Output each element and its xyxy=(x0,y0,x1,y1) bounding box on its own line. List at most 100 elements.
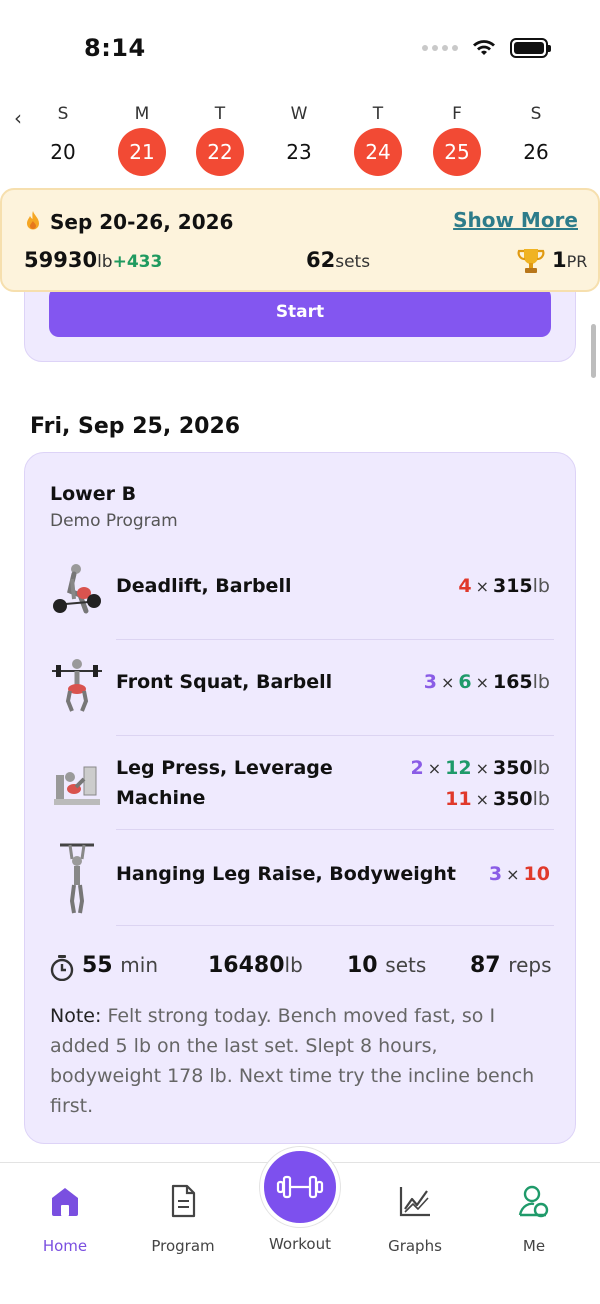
set-weight: 315 xyxy=(492,575,533,597)
summary-sets-value: 62 xyxy=(306,248,336,272)
day-number: 26 xyxy=(523,140,549,164)
start-button[interactable]: Start xyxy=(49,287,551,337)
exercise-sets: 2 × 12 × 350lb 11 × 350lb xyxy=(410,757,550,810)
day-letter: S xyxy=(57,104,69,124)
rep-count: 10 xyxy=(523,863,550,885)
day-letter: T xyxy=(372,104,384,124)
set-count: 11 xyxy=(445,788,472,810)
summary-volume-delta: +433 xyxy=(112,252,163,272)
day-letter: M xyxy=(134,104,150,124)
stat-sets: 10 sets xyxy=(347,953,426,978)
status-icons xyxy=(422,38,551,58)
day-number: 20 xyxy=(50,140,76,164)
set-count: 3 xyxy=(488,863,503,885)
day-number: 23 xyxy=(286,140,312,164)
day-letter: F xyxy=(452,104,462,124)
tab-me[interactable]: Me xyxy=(489,1183,579,1255)
set-weight: 165 xyxy=(492,671,533,693)
workout-program: Demo Program xyxy=(50,511,178,531)
chart-icon xyxy=(399,1187,430,1217)
note-text: Felt strong today. Bench moved fast, so … xyxy=(50,1005,535,1117)
scrollbar[interactable] xyxy=(591,324,596,378)
front-squat-icon xyxy=(52,659,102,712)
summary-volume-unit: lb xyxy=(97,252,113,272)
home-icon xyxy=(52,1188,78,1216)
day-number: 24 xyxy=(354,128,402,176)
day-fri[interactable]: F 25 xyxy=(427,104,487,176)
day-sat[interactable]: S 26 xyxy=(506,104,566,176)
set-unit: lb xyxy=(532,757,550,779)
tab-program-label: Program xyxy=(151,1237,215,1255)
show-more-link[interactable]: Show More xyxy=(453,208,578,232)
workout-stats: 55 min 16480lb 10 sets 87 reps xyxy=(50,953,556,983)
exercise-sets: 3 × 10 xyxy=(488,863,550,885)
workout-title: Lower B xyxy=(50,483,137,505)
set-unit: lb xyxy=(532,788,550,810)
stat-reps-unit: reps xyxy=(508,953,552,977)
summary-volume-value: 59930 xyxy=(24,248,98,272)
divider xyxy=(116,639,554,640)
day-number: 25 xyxy=(433,128,481,176)
exercise-name-line1: Leg Press, Leverage xyxy=(116,757,333,779)
tab-program[interactable]: Program xyxy=(138,1183,228,1255)
rep-count: 6 xyxy=(458,671,472,693)
day-letter: T xyxy=(214,104,226,124)
stat-reps-value: 87 xyxy=(470,953,501,978)
wifi-icon xyxy=(473,40,495,55)
weekly-summary: Sep 20-26, 2026 Show More 59930lb+433 62… xyxy=(0,188,600,292)
exercise-row[interactable]: Hanging Leg Raise, Bodyweight 3 × 10 xyxy=(50,841,556,917)
divider xyxy=(116,829,554,830)
day-number: 21 xyxy=(118,128,166,176)
day-letter: S xyxy=(530,104,542,124)
stat-duration: 55 min xyxy=(82,953,158,978)
tab-home-label: Home xyxy=(42,1237,88,1255)
tab-graphs-label: Graphs xyxy=(388,1237,442,1255)
divider xyxy=(116,735,554,736)
exercise-row[interactable]: Leg Press, Leverage Machine 2 × 12 × 350lb 11 ×… xyxy=(50,753,556,815)
hanging-leg-raise-icon xyxy=(60,843,94,914)
chevron-left-icon[interactable]: ‹ xyxy=(14,106,22,130)
trophy-icon xyxy=(517,249,545,273)
summary-pr-unit: PR xyxy=(566,252,588,271)
day-wed[interactable]: W 23 xyxy=(269,104,329,176)
profile-icon xyxy=(518,1185,549,1218)
exercise-row[interactable]: Front Squat, Barbell 3 × 6 × 165lb xyxy=(50,657,556,717)
tab-me-label: Me xyxy=(522,1237,546,1255)
tab-workout-label[interactable]: Workout xyxy=(250,1235,350,1253)
timer-icon xyxy=(50,955,74,981)
tab-graphs[interactable]: Graphs xyxy=(370,1183,460,1255)
set-weight: 350 xyxy=(492,757,533,779)
stat-reps: 87 reps xyxy=(470,953,552,978)
set-unit: lb xyxy=(532,671,550,693)
flame-icon xyxy=(27,211,39,230)
stat-volume-unit: lb xyxy=(284,953,303,977)
battery-icon xyxy=(510,38,551,58)
tab-home[interactable]: Home xyxy=(20,1183,110,1255)
day-tue[interactable]: T 22 xyxy=(190,104,250,176)
stat-duration-unit: min xyxy=(120,953,159,977)
exercise-name: Front Squat, Barbell xyxy=(116,671,333,693)
exercise-name: Deadlift, Barbell xyxy=(116,575,292,597)
summary-sets: 62sets xyxy=(306,248,370,272)
day-number: 22 xyxy=(196,128,244,176)
set-unit: lb xyxy=(532,575,550,597)
week-strip: ‹ S 20 M 21 T 22 W 23 T 24 F 25 S 26 xyxy=(0,98,600,188)
summary-date-range: Sep 20-26, 2026 xyxy=(50,210,234,234)
signal-icon xyxy=(422,45,458,51)
day-sun[interactable]: S 20 xyxy=(33,104,93,176)
status-bar: 8:14 xyxy=(0,0,600,96)
tab-bar: Home Program Workout Graphs Me xyxy=(0,1147,600,1304)
day-mon[interactable]: M 21 xyxy=(112,104,172,176)
exercise-name-line2: Machine xyxy=(116,787,206,809)
workout-fab[interactable] xyxy=(260,1147,340,1227)
divider xyxy=(116,925,554,926)
set-weight: 350 xyxy=(492,788,533,810)
workout-card[interactable]: Lower B Demo Program Deadlift, Barbell 4… xyxy=(24,452,576,1144)
workout-note: Note: Felt strong today. Bench moved fas… xyxy=(50,1001,546,1121)
summary-pr-value: 1 xyxy=(552,248,567,272)
exercise-row[interactable]: Deadlift, Barbell 4 × 315lb xyxy=(50,561,556,621)
dumbbell-icon xyxy=(276,1175,324,1199)
exercise-name: Hanging Leg Raise, Bodyweight xyxy=(116,863,456,885)
deadlift-icon xyxy=(53,564,101,614)
day-thu[interactable]: T 24 xyxy=(348,104,408,176)
